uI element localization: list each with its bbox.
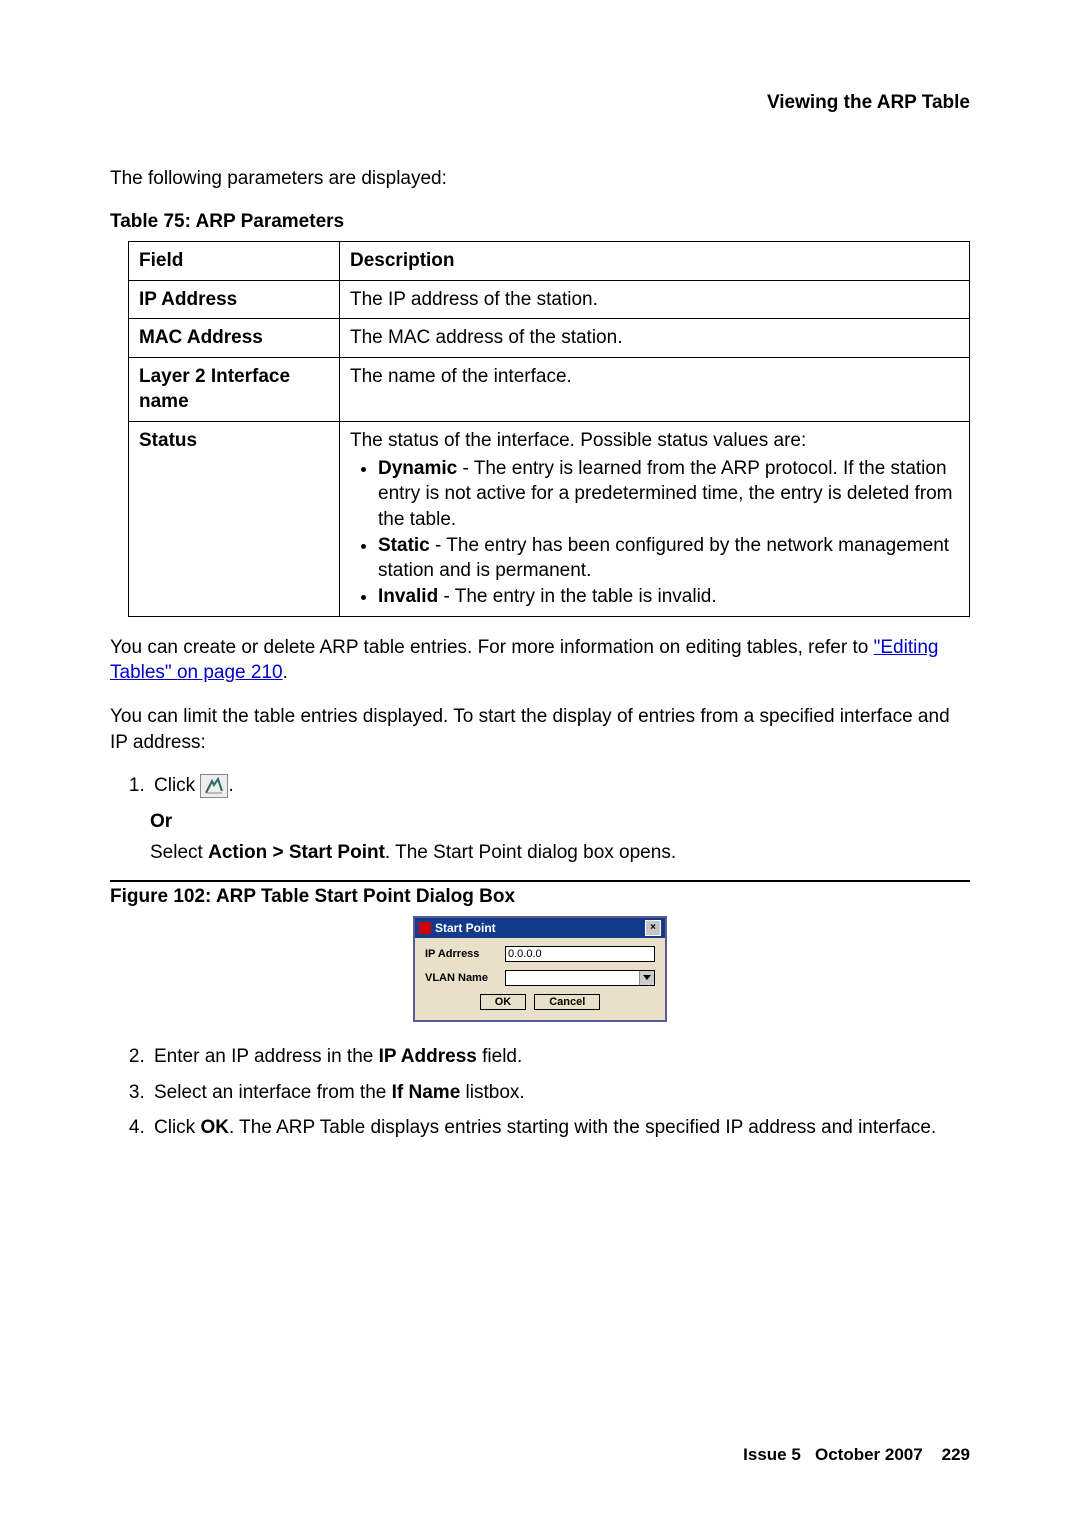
table-row: Layer 2 Interface name The name of the i… — [129, 357, 970, 421]
paragraph-edit-tables: You can create or delete ARP table entri… — [110, 635, 970, 686]
step-4: Click OK. The ARP Table displays entries… — [150, 1115, 970, 1141]
cancel-button[interactable]: Cancel — [534, 994, 600, 1010]
table-header-row: Field Description — [129, 241, 970, 280]
dialog-row-ip: IP Adrress — [425, 946, 655, 962]
status-intro: The status of the interface. Possible st… — [350, 430, 806, 451]
table-caption: Table 75: ARP Parameters — [110, 209, 970, 235]
or-separator: Or — [150, 809, 970, 835]
footer-page-number: 229 — [942, 1445, 970, 1464]
paragraph-limit-entries: You can limit the table entries displaye… — [110, 704, 970, 755]
row-desc: The name of the interface. — [340, 357, 970, 421]
table-row: MAC Address The MAC address of the stati… — [129, 319, 970, 358]
step-1: Click . — [150, 773, 970, 799]
ip-address-label: IP Adrress — [425, 947, 505, 962]
col-header-description: Description — [340, 241, 970, 280]
figure-rule — [110, 880, 970, 882]
figure-dialog-wrap: Start Point × IP Adrress VLAN Name OK — [110, 916, 970, 1022]
step-3: Select an interface from the If Name lis… — [150, 1080, 970, 1106]
ip-address-input[interactable] — [505, 946, 655, 962]
text-fragment: You can create or delete ARP table entri… — [110, 637, 874, 658]
section-header: Viewing the ARP Table — [110, 90, 970, 116]
status-dynamic-desc: - The entry is learned from the ARP prot… — [378, 458, 953, 530]
close-icon[interactable]: × — [645, 920, 661, 936]
document-page: Viewing the ARP Table The following para… — [0, 0, 1080, 1527]
intro-paragraph: The following parameters are displayed: — [110, 166, 970, 192]
text-fragment: . The ARP Table displays entries startin… — [229, 1117, 936, 1138]
vlan-name-label: VLAN Name — [425, 971, 505, 986]
footer-date: October 2007 — [815, 1445, 923, 1464]
dialog-title-text: Start Point — [435, 920, 496, 936]
figure-caption: Figure 102: ARP Table Start Point Dialog… — [110, 884, 970, 910]
start-point-dialog: Start Point × IP Adrress VLAN Name OK — [413, 916, 667, 1022]
list-item: Invalid - The entry in the table is inva… — [378, 584, 959, 610]
footer-issue: Issue 5 — [743, 1445, 801, 1464]
text-fragment: Select an interface from the — [154, 1082, 392, 1103]
status-dynamic-label: Dynamic — [378, 458, 457, 479]
dialog-row-vlan: VLAN Name — [425, 970, 655, 986]
status-invalid-label: Invalid — [378, 586, 438, 607]
text-fragment: Select — [150, 842, 208, 863]
row-desc-status: The status of the interface. Possible st… — [340, 422, 970, 616]
steps-list-continued: Enter an IP address in the IP Address fi… — [110, 1044, 970, 1141]
row-field: Status — [139, 430, 197, 451]
menu-path: Action > Start Point — [208, 842, 385, 863]
text-fragment: . — [228, 775, 233, 796]
step-1-alt: Select Action > Start Point. The Start P… — [150, 840, 970, 866]
text-fragment: Click — [154, 1117, 200, 1138]
ok-button[interactable]: OK — [480, 994, 527, 1010]
steps-list-first: Click . — [110, 773, 970, 799]
row-field: MAC Address — [139, 327, 263, 348]
list-item: Static - The entry has been configured b… — [378, 533, 959, 584]
bold-term: If Name — [392, 1082, 461, 1103]
dialog-body: IP Adrress VLAN Name OK Cancel — [415, 938, 665, 1020]
arp-parameters-table: Field Description IP Address The IP addr… — [128, 241, 970, 617]
bold-term: OK — [200, 1117, 229, 1138]
bold-term: IP Address — [379, 1046, 477, 1067]
row-desc: The MAC address of the station. — [340, 319, 970, 358]
text-fragment: field. — [477, 1046, 522, 1067]
row-field: Layer 2 Interface name — [139, 366, 290, 413]
dialog-buttons: OK Cancel — [425, 994, 655, 1010]
row-desc: The IP address of the station. — [340, 280, 970, 319]
vlan-name-select[interactable] — [505, 970, 655, 986]
chevron-down-icon[interactable] — [639, 971, 654, 985]
text-fragment: listbox. — [460, 1082, 524, 1103]
status-invalid-desc: - The entry in the table is invalid. — [438, 586, 716, 607]
col-header-field: Field — [129, 241, 340, 280]
status-static-desc: - The entry has been configured by the n… — [378, 535, 949, 582]
page-footer: Issue 5 October 2007 229 — [743, 1444, 970, 1467]
table-row: IP Address The IP address of the station… — [129, 280, 970, 319]
text-fragment: . The Start Point dialog box opens. — [385, 842, 676, 863]
text-fragment: Click — [154, 775, 200, 796]
dialog-app-icon — [419, 922, 431, 934]
list-item: Dynamic - The entry is learned from the … — [378, 456, 959, 533]
start-point-toolbar-icon[interactable] — [200, 774, 228, 798]
status-static-label: Static — [378, 535, 430, 556]
table-row-status: Status The status of the interface. Poss… — [129, 422, 970, 616]
step-2: Enter an IP address in the IP Address fi… — [150, 1044, 970, 1070]
row-field: IP Address — [139, 289, 237, 310]
text-fragment: Enter an IP address in the — [154, 1046, 379, 1067]
dialog-titlebar: Start Point × — [415, 918, 665, 938]
text-fragment: . — [283, 662, 288, 683]
